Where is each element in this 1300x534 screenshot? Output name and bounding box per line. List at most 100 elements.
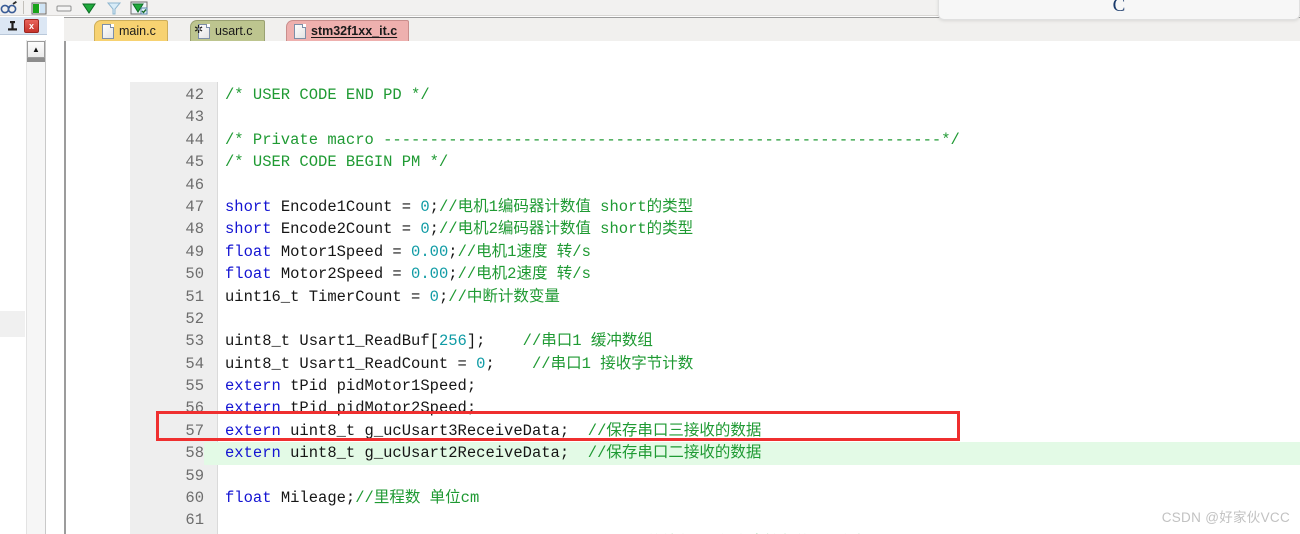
token-k: extern (225, 377, 281, 396)
token-p: ; (448, 265, 458, 284)
token-k: short (225, 220, 272, 239)
code-text: short Encode2Count = 0;//电机2编码器计数值 short… (225, 218, 693, 240)
vertical-scrollbar[interactable] (26, 40, 46, 534)
token-p: Encode2Count = (271, 220, 421, 239)
code-lines: 42 /* USER CODE END PD */ 43 44 /* Private m… (130, 84, 1300, 534)
code-line[interactable]: 46 (130, 174, 1300, 196)
token-p: ; (448, 242, 458, 261)
code-line[interactable]: 49 float Motor1Speed = 0.00;//电机1速度 转/s (130, 241, 1300, 263)
token-c: //保存串口二接收的数据 (587, 444, 762, 463)
code-line[interactable]: 57 extern uint8_t g_ucUsart3ReceiveData; … (130, 420, 1300, 442)
code-text-area[interactable]: 42 /* USER CODE END PD */ 43 44 /* Private m… (64, 41, 1300, 534)
line-number: 44 (185, 130, 204, 149)
line-number: 49 (185, 242, 204, 261)
token-k: float (225, 242, 272, 261)
rectangle-icon[interactable] (55, 1, 73, 15)
code-line[interactable]: 42 /* USER CODE END PD */ (130, 84, 1300, 106)
line-number: 59 (185, 466, 204, 485)
filter-funnel-icon[interactable] (105, 1, 123, 15)
line-number: 58 (130, 442, 204, 465)
code-line[interactable]: 54 uint8_t Usart1_ReadCount = 0; //串口1 接收… (130, 353, 1300, 375)
token-c: //串口1 缓冲数组 (522, 332, 653, 351)
token-k: extern (225, 444, 281, 463)
close-icon[interactable]: x (24, 19, 39, 33)
token-c: /* Private macro -----------------------… (225, 130, 960, 149)
token-p: Encode1Count = (271, 197, 421, 216)
token-p: tPid pidMotor1Speed; (280, 377, 477, 396)
pin-icon[interactable] (6, 20, 19, 33)
token-p: ; (438, 287, 449, 306)
tab-usart-c[interactable]: ✲ usart.c (190, 20, 265, 41)
line-number: 52 (185, 309, 204, 328)
token-k: float (225, 489, 272, 508)
code-line[interactable]: 43 (130, 106, 1300, 128)
token-n: 0 (420, 220, 430, 239)
code-text: extern tPid pidMotor1Speed; (225, 375, 476, 397)
token-p: ]; (466, 332, 523, 351)
line-number: 42 (185, 86, 204, 104)
code-line[interactable]: 56 extern tPid pidMotor2Speed; (130, 397, 1300, 419)
token-c: /* USER CODE BEGIN PM */ (225, 153, 449, 172)
code-line[interactable]: 50 float Motor2Speed = 0.00;//电机2速度 转/s (130, 263, 1300, 285)
code-line[interactable]: 47 short Encode1Count = 0;//电机1编码器计数值 sho… (130, 196, 1300, 218)
token-n: 0 (429, 287, 439, 306)
binoculars-icon[interactable] (0, 1, 18, 15)
editor-left-border (64, 41, 66, 534)
token-k: extern (225, 421, 281, 440)
token-c: //电机1编码器计数值 short的类型 (438, 197, 694, 216)
code-text: /* Private macro -----------------------… (225, 129, 960, 151)
code-text: extern uint8_t g_ucUsart2ReceiveData; //… (225, 442, 761, 464)
token-p: Motor1Speed = (271, 242, 412, 261)
code-line[interactable]: 48 short Encode2Count = 0;//电机2编码器计数值 sho… (130, 218, 1300, 240)
code-line[interactable]: 44 /* Private macro ---------------------… (130, 129, 1300, 151)
document-icon (102, 24, 114, 39)
tab-stm32f1xx-it-c[interactable]: stm32f1xx_it.c (286, 20, 410, 41)
line-number: 51 (185, 287, 204, 306)
token-p: uint16_t TimerCount = (225, 287, 430, 306)
token-p: ; (429, 197, 439, 216)
editor-tab-strip: main.c ✲ usart.c stm32f1xx_it.c (64, 18, 1300, 41)
code-text: float Motor1Speed = 0.00;//电机1速度 转/s (225, 241, 591, 263)
scrollbar-thumb[interactable] (27, 58, 45, 62)
code-line[interactable]: 61 (130, 509, 1300, 531)
token-k: extern (225, 399, 281, 418)
tab-label: usart.c (215, 24, 253, 38)
code-text: /* USER CODE END PD */ (225, 84, 430, 106)
line-number: 47 (185, 197, 204, 216)
code-line[interactable]: 51 uint16_t TimerCount = 0;//中断计数变量 (130, 286, 1300, 308)
token-n: 0.00 (411, 265, 449, 284)
panel-fragment (0, 311, 25, 337)
boxed-chevron-down-icon[interactable] (130, 1, 148, 15)
watermark: CSDN @好家伙VCC (1161, 510, 1290, 525)
token-c: //电机1速度 转/s (457, 242, 591, 261)
token-p: uint8_t g_ucUsart3ReceiveData; (280, 421, 588, 440)
code-line[interactable]: 58 extern uint8_t g_ucUsart2ReceiveData; … (130, 442, 1300, 465)
line-number: 50 (185, 265, 204, 284)
code-text: /* USER CODE BEGIN PM */ (225, 151, 448, 173)
tab-main-c[interactable]: main.c (94, 20, 168, 41)
line-number: 60 (185, 489, 204, 508)
code-line[interactable]: 55 extern tPid pidMotor1Speed; (130, 375, 1300, 397)
bookmark-icon[interactable] (30, 1, 48, 15)
code-text: short Encode1Count = 0;//电机1编码器计数值 short… (225, 196, 693, 218)
token-c: //串口1 接收字节计数 (531, 354, 694, 373)
chevron-down-icon[interactable] (80, 1, 98, 15)
scroll-up-button[interactable]: ▲ (27, 41, 45, 58)
line-number: 48 (185, 220, 204, 239)
token-p: uint8_t Usart1_ReadBuf[ (225, 332, 439, 351)
code-line[interactable]: 52 (130, 308, 1300, 330)
dock-panel-header: x (0, 17, 47, 35)
token-c: //里程数 单位cm (355, 489, 480, 508)
token-c: //保存串口三接收的数据 (587, 421, 762, 440)
code-line[interactable]: 53 uint8_t Usart1_ReadBuf[256]; //串口1 缓冲数… (130, 330, 1300, 352)
token-p: Motor2Speed = (271, 265, 412, 284)
code-line[interactable]: 59 (130, 465, 1300, 487)
code-text: float Motor2Speed = 0.00;//电机2速度 转/s (225, 263, 591, 285)
token-c: /* USER CODE END PD */ (225, 86, 430, 104)
line-number: 54 (185, 354, 204, 373)
toolbar-separator (23, 1, 24, 14)
token-p: ; (485, 354, 532, 373)
code-line[interactable]: 45 /* USER CODE BEGIN PM */ (130, 151, 1300, 173)
code-text: uint8_t Usart1_ReadCount = 0; //串口1 接收字节… (225, 353, 693, 375)
code-line[interactable]: 60 float Mileage;//里程数 单位cm (130, 487, 1300, 509)
